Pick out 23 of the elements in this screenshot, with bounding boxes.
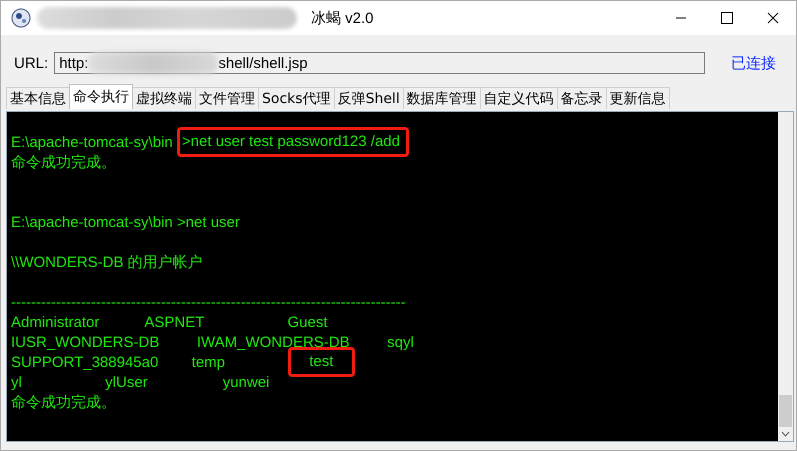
window-title: 冰蝎 v2.0 xyxy=(311,8,374,28)
terminal-line: Administrator ASPNET Guest xyxy=(11,312,328,332)
highlighted-text: >net user test password123 /add xyxy=(176,127,409,157)
terminal-line: 命令成功完成。 xyxy=(11,152,117,172)
terminal-line: ------------------------------------------------------------------------------- xyxy=(11,292,407,312)
terminal-line: E:\apache-tomcat-sy\bin >net user xyxy=(11,212,241,232)
terminal-text: E:\apache-tomcat-sy\bin xyxy=(11,134,174,150)
tab[interactable]: 更新信息 xyxy=(606,87,670,109)
terminal-line: \\WONDERS-DB 的用户帐户 xyxy=(11,252,204,272)
scrollbar-thumb[interactable] xyxy=(779,395,792,427)
close-icon xyxy=(767,12,779,24)
terminal-line: 命令成功完成。 xyxy=(11,392,117,412)
connection-status: 已连接 xyxy=(731,54,776,72)
app-icon xyxy=(11,8,31,28)
url-label: URL: xyxy=(14,54,48,72)
terminal-text: SUPPORT_388945a0 temp xyxy=(11,354,226,370)
tab[interactable]: 命令执行 xyxy=(69,84,133,109)
highlighted-text: test xyxy=(288,347,355,377)
url-field[interactable]: http: shell/shell.jsp xyxy=(54,52,706,74)
scrollbar[interactable] xyxy=(778,112,793,441)
maximize-icon xyxy=(721,12,733,24)
tab[interactable]: 基本信息 xyxy=(6,87,70,109)
terminal-line: yl ylUser yunwei xyxy=(11,372,270,392)
